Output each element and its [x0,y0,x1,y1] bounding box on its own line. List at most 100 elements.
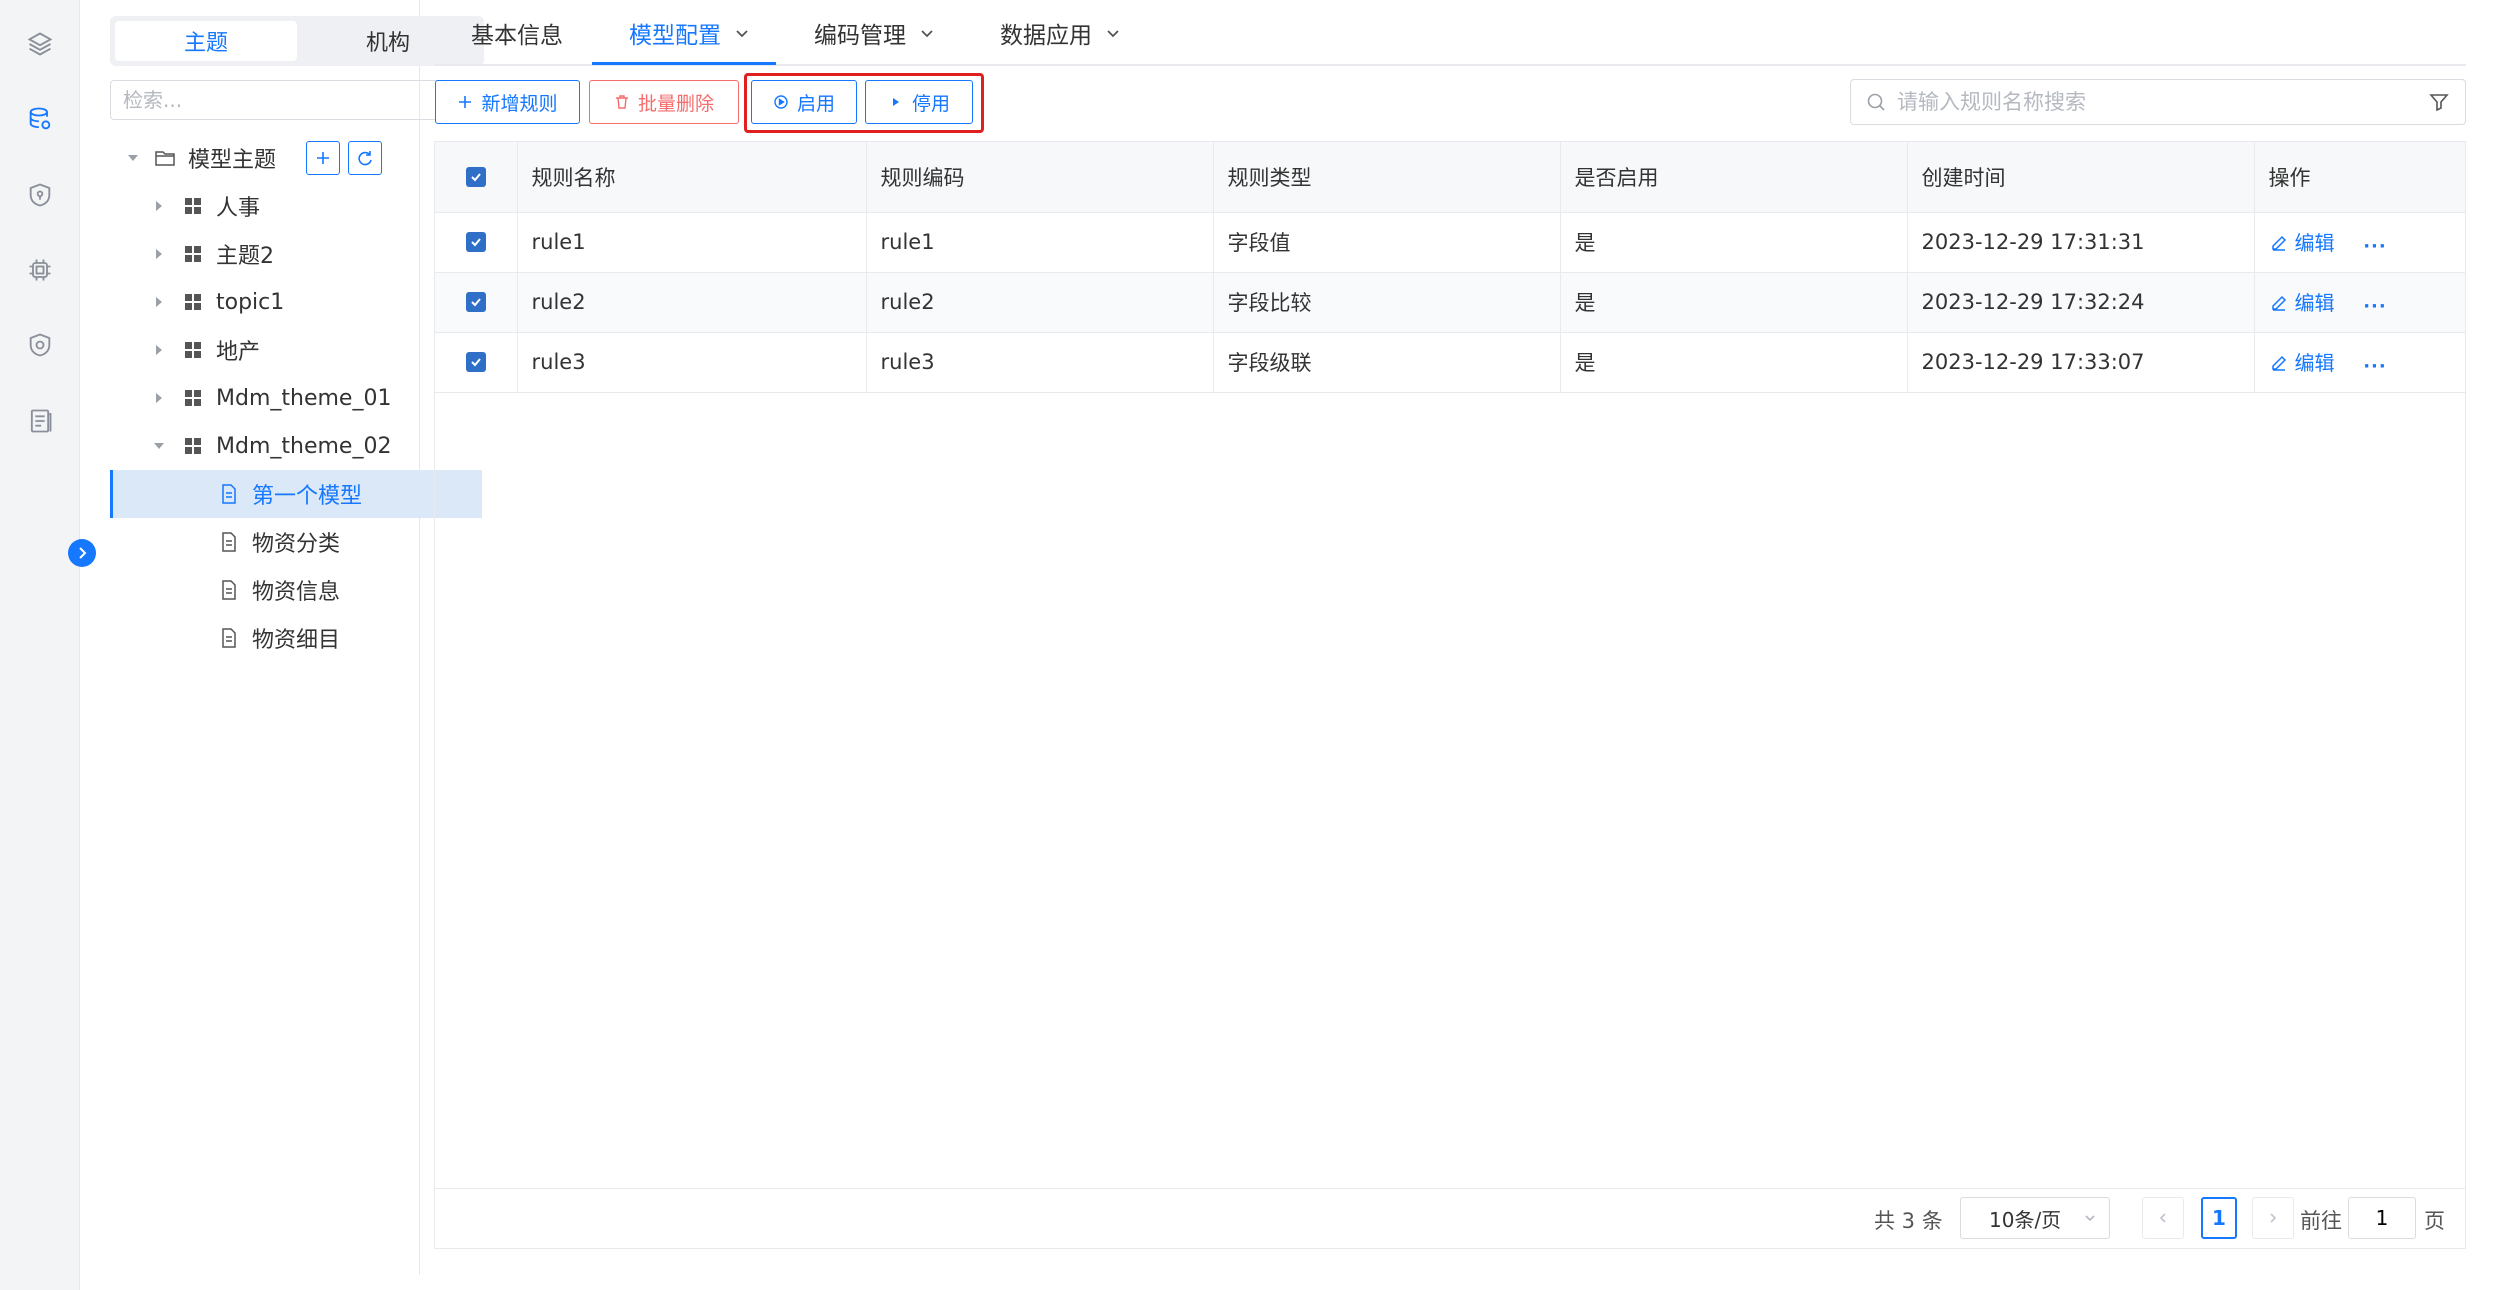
more-actions-button[interactable]: ··· [2363,356,2387,377]
caret-down-icon[interactable] [152,439,166,453]
tree-node-label: 主题2 [216,244,274,269]
prev-page-button[interactable] [2142,1197,2184,1239]
column-header[interactable]: 是否启用 [1560,142,1908,213]
more-actions-button[interactable]: ··· [2363,296,2387,317]
goto-input-wrap [2348,1197,2416,1239]
tab-code-management[interactable]: 编码管理 [814,0,936,66]
pagination: 共 3 条 10条/页 1 前往 页 [434,1188,2466,1248]
chevron-left-icon [2159,1213,2166,1223]
shield-icon[interactable] [22,177,58,213]
cell-actions: 编辑 ··· [2254,272,2466,333]
goto-page-input[interactable] [2352,1206,2412,1230]
tab-label: 模型配置 [629,23,721,49]
goto-label: 前往 [2300,1209,2342,1233]
expand-sidebar-button[interactable] [68,539,96,567]
column-header[interactable]: 规则编码 [866,142,1214,213]
grid-icon [182,339,204,361]
refresh-button[interactable] [348,141,382,175]
table-row[interactable]: rule1 rule1 字段值 是 2023-12-29 17:31:31 编辑… [435,212,2466,273]
active-tab-indicator [592,62,776,65]
chip-icon[interactable] [22,252,58,288]
cell-rule-name: rule3 [517,332,867,393]
tab-model-config[interactable]: 模型配置 [629,0,751,66]
add-topic-button[interactable] [306,141,340,175]
current-page-button[interactable]: 1 [2201,1197,2237,1239]
tree-node-label: Mdm_theme_01 [216,385,392,411]
cell-rule-type: 字段级联 [1213,332,1561,393]
cell-actions: 编辑 ··· [2254,212,2466,273]
batch-delete-label: 批量删除 [637,92,714,115]
tab-basic-info[interactable]: 基本信息 [471,0,563,66]
column-header[interactable]: 创建时间 [1907,142,2255,213]
column-header[interactable]: 规则类型 [1213,142,1561,213]
tree-leaf[interactable]: 物资分类 [110,518,482,566]
caret-down-icon[interactable] [126,151,140,165]
tree-node[interactable]: topic1 [110,278,482,326]
row-checkbox[interactable] [465,232,486,252]
tree-root-label: 模型主题 [188,148,277,173]
tree-node[interactable]: 人事 [110,182,482,230]
segment-topic[interactable]: 主题 [115,21,297,61]
total-count: 共 3 条 [1874,1209,1943,1233]
caret-right-icon[interactable] [152,247,166,261]
tree-search-input[interactable] [123,88,451,112]
tree-leaf[interactable]: 物资细目 [110,614,482,662]
edit-label: 编辑 [2294,231,2335,256]
tab-label: 数据应用 [1000,23,1092,49]
cell-rule-name: rule1 [517,212,867,273]
row-checkbox-cell [435,212,518,273]
tree-node[interactable]: Mdm_theme_01 [110,374,482,422]
cell-created-time: 2023-12-29 17:31:31 [1907,212,2255,273]
table-row[interactable]: rule2 rule2 字段比较 是 2023-12-29 17:32:24 编… [435,272,2466,333]
row-checkbox[interactable] [465,292,486,312]
more-actions-button[interactable]: ··· [2363,236,2387,257]
tab-data-application[interactable]: 数据应用 [1000,0,1122,66]
check-icon [471,298,481,307]
page-size-select[interactable]: 10条/页 [1960,1197,2110,1239]
check-icon [471,173,481,182]
chevron-right-icon [2270,1213,2277,1223]
row-checkbox-cell [435,272,518,333]
edit-button[interactable]: 编辑 [2269,287,2335,316]
tree-root[interactable]: 模型主题 [110,134,482,182]
column-header[interactable]: 规则名称 [517,142,867,213]
edit-button[interactable]: 编辑 [2269,227,2335,256]
tab-label: 基本信息 [471,23,563,49]
rule-search-input[interactable] [1897,90,2427,114]
security-icon[interactable] [22,327,58,363]
add-rule-button[interactable]: 新增规则 [435,80,580,124]
cell-rule-type: 字段值 [1213,212,1561,273]
next-page-button[interactable] [2252,1197,2294,1239]
caret-right-icon[interactable] [152,295,166,309]
edit-button[interactable]: 编辑 [2269,347,2335,376]
tree-node-label: Mdm_theme_02 [216,433,392,459]
layers-icon[interactable] [22,26,58,62]
select-all-checkbox[interactable] [465,166,486,187]
tree-leaf-selected[interactable]: 第一个模型 [110,470,482,518]
column-header: 操作 [2254,142,2466,213]
tree-node[interactable]: Mdm_theme_02 [110,422,482,470]
caret-right-icon[interactable] [152,343,166,357]
filter-icon[interactable] [2427,90,2451,114]
add-rule-label: 新增规则 [481,92,558,115]
cell-rule-type: 字段比较 [1213,272,1561,333]
tree-node[interactable]: 地产 [110,326,482,374]
icon-rail [0,0,80,1290]
row-checkbox-cell [435,332,518,393]
caret-right-icon[interactable] [152,199,166,213]
document-list-icon[interactable] [22,403,58,439]
caret-right-icon[interactable] [152,391,166,405]
tree-leaf[interactable]: 物资信息 [110,566,482,614]
check-icon [471,358,481,367]
database-icon[interactable] [22,101,58,137]
cell-rule-code: rule3 [866,332,1214,393]
row-checkbox[interactable] [465,352,486,372]
table-row[interactable]: rule3 rule3 字段级联 是 2023-12-29 17:33:07 编… [435,332,2466,393]
tree-panel: 主题 机构 模型主题 人事 主题2 topic1 地产 Mdm_t [80,0,484,1275]
cell-rule-code: rule1 [866,212,1214,273]
main-content: 基本信息 模型配置 编码管理 数据应用 新增规则 批量删除 启用 停用 请输入规… [434,0,2466,1275]
tree-node[interactable]: 主题2 [110,230,482,278]
tree-leaf-label: 物资细目 [252,628,341,653]
batch-delete-button[interactable]: 批量删除 [589,80,739,124]
chevron-down-icon [736,30,748,38]
